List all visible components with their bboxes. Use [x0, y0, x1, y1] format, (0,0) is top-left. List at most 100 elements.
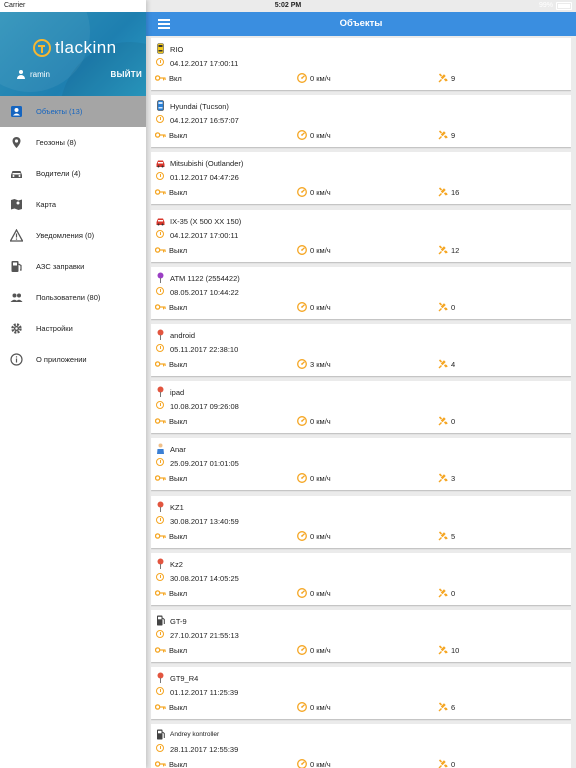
ignition-status: Выкл — [169, 131, 188, 141]
speedometer-icon — [297, 301, 307, 312]
object-card[interactable]: IX-35 (X 500 XX 150) 04.12.2017 17:00:11 В… — [151, 209, 571, 262]
object-name: IX-35 (X 500 XX 150) — [170, 216, 242, 226]
key-icon — [155, 761, 166, 768]
object-name: GT9_R4 — [170, 674, 199, 684]
object-card[interactable]: Anar 25.09.2017 01:01:05 Выкл 0 км/ч 3 — [151, 438, 571, 491]
object-speed: 0 км/ч — [310, 531, 331, 541]
object-last-update: 01.12.2017 04:47:26 — [170, 173, 239, 183]
satellite-count: 4 — [451, 360, 456, 369]
key-icon — [155, 75, 166, 81]
sidebar-item-map[interactable]: Карта — [0, 189, 146, 220]
ignition-status: Выкл — [169, 245, 188, 255]
logo-text: tlackinn — [55, 38, 117, 57]
sidebar-item-settings[interactable]: Настройки — [0, 313, 146, 344]
object-card[interactable]: ipad 10.08.2017 09:26:08 Выкл 0 км/ч 0 — [151, 381, 571, 434]
purple-pin-icon — [157, 272, 164, 283]
object-card[interactable]: Andrey kontroller 28.11.2017 12:55:39 Выкл… — [151, 724, 571, 768]
username: ramin — [30, 70, 51, 79]
satellite-count: 12 — [451, 245, 460, 255]
object-speed: 0 км/ч — [310, 74, 331, 83]
satellite-count: 10 — [451, 646, 460, 655]
object-speed: 0 км/ч — [310, 417, 331, 427]
object-last-update: 04.12.2017 17:00:11 — [170, 230, 239, 240]
object-card[interactable]: android 05.11.2017 22:38:10 Выкл 3 км/ч 4 — [151, 324, 571, 376]
object-name: android — [170, 331, 196, 340]
ignition-status: Выкл — [169, 760, 188, 768]
key-icon — [155, 532, 166, 539]
user-icon — [16, 70, 25, 79]
object-card[interactable]: RIO 04.12.2017 17:00:11 Вкл 0 км/ч 9 — [151, 38, 571, 90]
sidebar-item-about[interactable]: О приложении — [0, 344, 146, 375]
object-speed: 0 км/ч — [310, 245, 331, 255]
ignition-status: Выкл — [169, 417, 188, 427]
sidebar-item-drivers[interactable]: Водители (4) — [0, 158, 146, 189]
object-card[interactable]: ATM 1122 (2554422) 08.05.2017 10:44:22 Вык… — [151, 266, 571, 319]
fuel-pump-icon — [157, 615, 165, 626]
object-name: Anar — [170, 445, 186, 455]
satellite-icon — [438, 359, 448, 369]
object-last-update: 27.10.2017 21:55:13 — [170, 631, 239, 640]
info-icon — [10, 353, 23, 366]
ignition-status: Вкл — [169, 74, 182, 83]
object-last-update: 05.11.2017 22:38:10 — [170, 345, 239, 354]
speedometer-icon — [297, 187, 307, 198]
key-icon — [155, 246, 166, 253]
objects-icon — [11, 106, 22, 117]
ignition-status: Выкл — [169, 588, 188, 598]
key-icon — [155, 304, 166, 310]
warning-icon — [10, 229, 23, 242]
object-card[interactable]: Mitsubishi (Outlander) 01.12.2017 04:47:2… — [151, 152, 571, 205]
object-name: Hyundai (Tucson) — [170, 102, 229, 112]
sidebar-item-label: О приложении — [36, 355, 87, 364]
object-speed: 0 км/ч — [310, 703, 331, 713]
object-card[interactable]: Hyundai (Tucson) 04.12.2017 16:57:07 Выкл 0… — [151, 95, 571, 148]
object-card[interactable]: GT-9 27.10.2017 21:55:13 Выкл 0 км/ч 10 — [151, 610, 571, 662]
ignition-status: Выкл — [169, 474, 188, 484]
object-name: GT-9 — [170, 617, 187, 626]
sidebar-item-geofences[interactable]: Геозоны (8) — [0, 127, 146, 158]
fuel-icon — [11, 261, 22, 272]
sidebar-menu: Объекты (13) Геозоны (8) Водители (4) Ка… — [0, 96, 146, 375]
clock-icon — [156, 572, 164, 581]
satellite-icon — [438, 245, 448, 255]
satellite-count: 9 — [451, 131, 456, 141]
ignition-status: Выкл — [169, 531, 188, 541]
red-car-icon — [156, 218, 165, 226]
speedometer-icon — [297, 702, 307, 713]
object-last-update: 01.12.2017 11:25:39 — [170, 688, 239, 698]
speedometer-icon — [297, 587, 307, 598]
speedometer-icon — [297, 359, 307, 369]
clock: 5:02 PM — [274, 2, 302, 9]
satellite-icon — [438, 588, 448, 598]
logo-icon — [33, 39, 51, 57]
speedometer-icon — [297, 130, 307, 141]
sidebar-item-notifications[interactable]: Уведомления (0) — [0, 220, 146, 251]
key-icon — [155, 189, 166, 196]
object-name: Mitsubishi (Outlander) — [170, 159, 244, 169]
satellite-count: 0 — [451, 588, 456, 598]
satellite-icon — [438, 130, 448, 140]
fuel-pump-icon — [157, 729, 165, 740]
sidebar-item-objects[interactable]: Объекты (13) — [0, 96, 146, 127]
satellite-count: 5 — [451, 531, 456, 541]
battery-icon — [556, 2, 572, 10]
key-icon — [155, 590, 166, 596]
object-speed: 0 км/ч — [310, 188, 331, 198]
clock-icon — [156, 115, 164, 124]
object-speed: 0 км/ч — [310, 646, 331, 655]
logo: tlackinn — [33, 38, 117, 58]
clock-icon — [156, 344, 164, 352]
object-last-update: 10.08.2017 09:26:08 — [170, 402, 239, 412]
ignition-status: Выкл — [169, 360, 188, 369]
key-icon — [155, 704, 166, 710]
object-card[interactable]: GT9_R4 01.12.2017 11:25:39 Выкл 0 км/ч 6 — [151, 667, 571, 720]
logout-button[interactable]: ВЫЙТИ — [111, 70, 143, 79]
object-card[interactable]: Kz2 30.08.2017 14:05:25 Выкл 0 км/ч 0 — [151, 552, 571, 605]
object-card[interactable]: KZ1 30.08.2017 13:40:59 Выкл 0 км/ч 5 — [151, 495, 571, 548]
object-name: Andrey kontroller — [170, 731, 220, 739]
object-last-update: 25.09.2017 01:01:05 — [170, 459, 239, 469]
object-last-update: 28.11.2017 12:55:39 — [170, 745, 239, 755]
sidebar-item-users[interactable]: Пользователи (80) — [0, 282, 146, 313]
object-speed: 3 км/ч — [310, 360, 331, 369]
sidebar-item-gas-stations[interactable]: АЗС заправки — [0, 251, 146, 282]
